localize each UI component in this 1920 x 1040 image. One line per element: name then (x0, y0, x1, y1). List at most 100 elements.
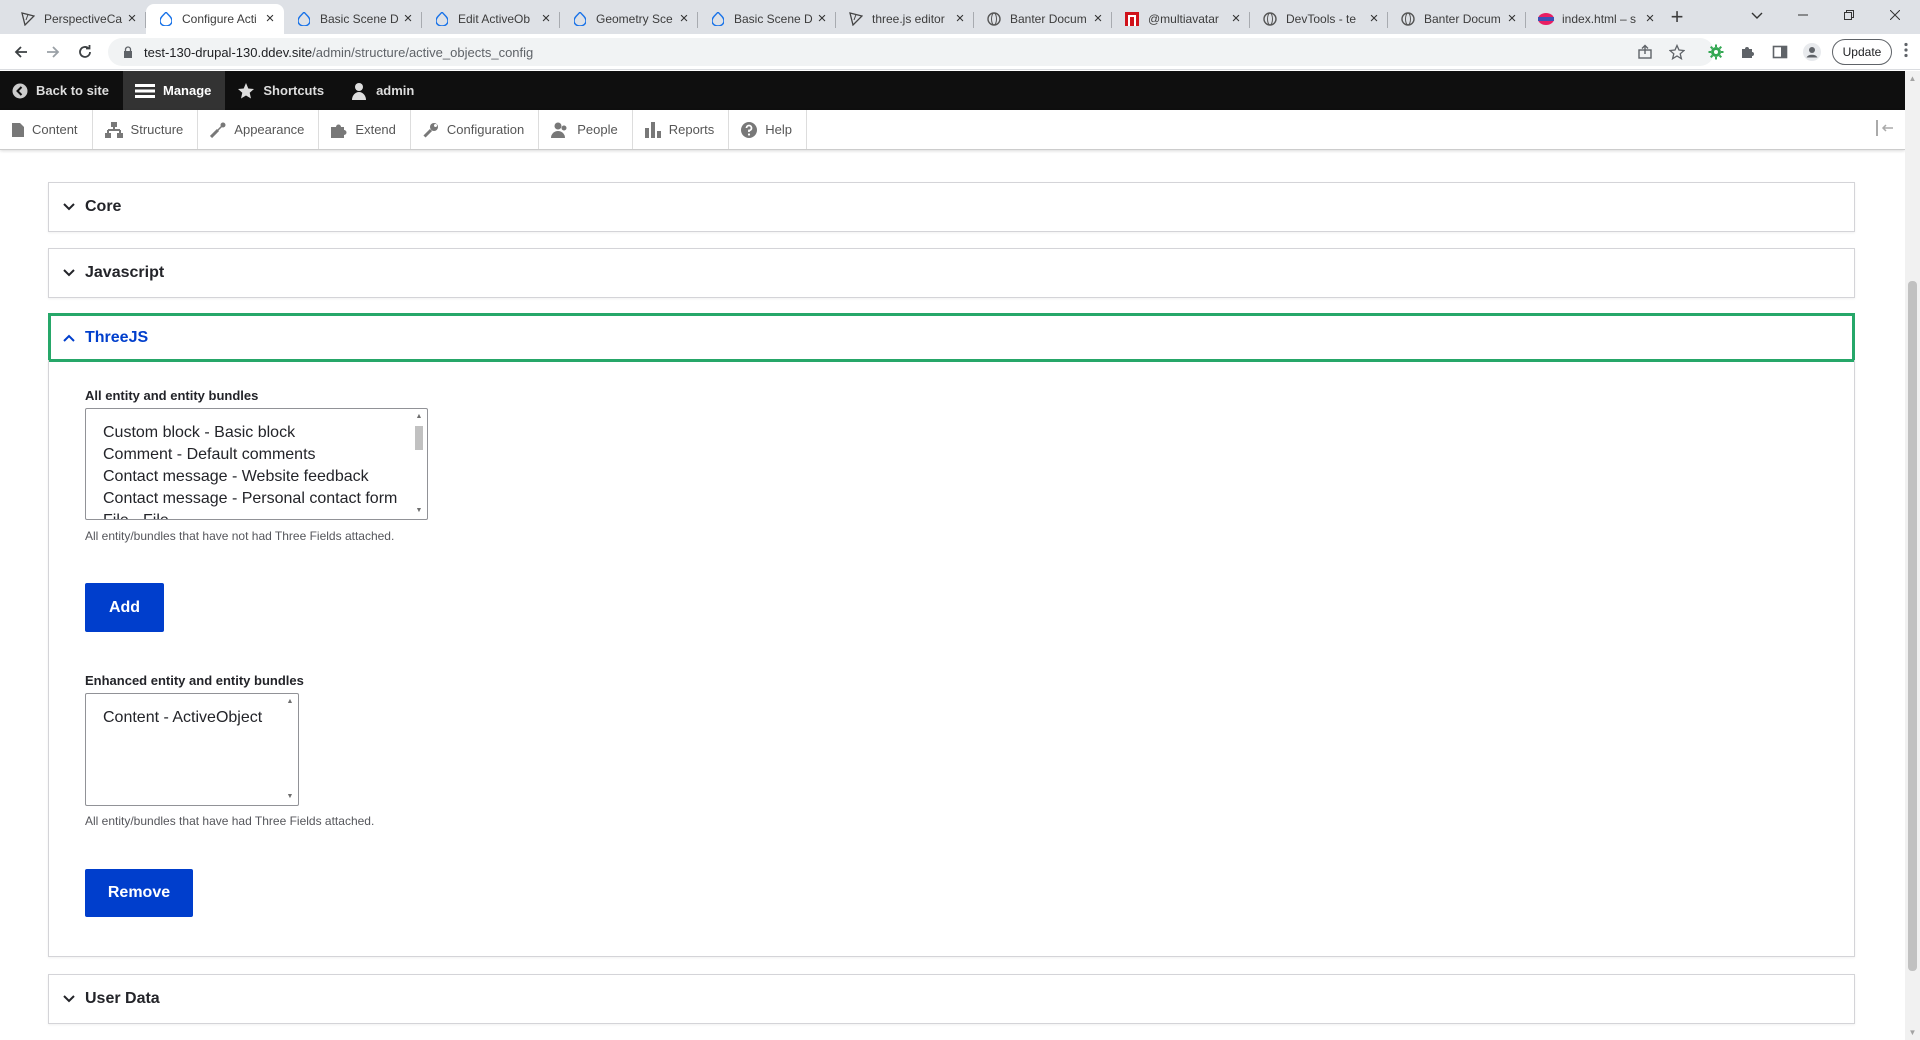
browser-tab-title: index.html – s (1562, 12, 1637, 26)
address-bar[interactable]: test-130-drupal-130.ddev.site/admin/stru… (108, 38, 1714, 66)
scroll-thumb[interactable] (1908, 281, 1917, 971)
lock-icon (124, 46, 132, 58)
section-javascript-summary[interactable]: Javascript (49, 249, 1854, 297)
close-icon[interactable]: × (952, 11, 968, 27)
enhanced-entities-listbox[interactable]: Content - ActiveObject ▲ ▼ (85, 693, 299, 806)
browser-tab[interactable]: Banter Docum × (974, 4, 1112, 34)
list-item[interactable]: Content - ActiveObject (86, 707, 298, 729)
tray-item-appearance[interactable]: Appearance (198, 110, 320, 149)
list-item[interactable]: Contact message - Website feedback (86, 466, 427, 488)
globe-icon (1400, 11, 1416, 27)
bookmark-star-icon[interactable] (1668, 43, 1686, 61)
section-javascript: Javascript (48, 248, 1855, 298)
user-icon (352, 82, 367, 100)
minimize-icon[interactable] (1780, 0, 1826, 30)
content-icon (12, 122, 24, 137)
listbox-scroll-thumb[interactable] (415, 426, 423, 450)
tray-item-content[interactable]: Content (0, 110, 93, 149)
reload-icon[interactable] (72, 39, 98, 65)
page-scrollbar[interactable]: ▲ ▼ (1905, 71, 1920, 1040)
close-icon[interactable]: × (124, 11, 140, 27)
scroll-down-arrow-icon[interactable]: ▼ (1905, 1025, 1920, 1040)
close-icon[interactable]: × (814, 11, 830, 27)
browser-tab[interactable]: Basic Scene D × (698, 4, 836, 34)
window-close-icon[interactable] (1872, 0, 1918, 30)
list-item[interactable]: Comment - Default comments (86, 444, 427, 466)
browser-tab[interactable]: DevTools - te × (1250, 4, 1388, 34)
tray-orientation-toggle-icon[interactable] (1875, 120, 1897, 140)
browser-tab[interactable]: PerspectiveCa × (8, 4, 146, 34)
list-item[interactable]: Custom block - Basic block (86, 422, 427, 444)
profile-avatar-icon[interactable] (1803, 43, 1821, 61)
user-tab[interactable]: admin (338, 71, 428, 110)
shortcuts-tab[interactable]: Shortcuts (225, 71, 338, 110)
scroll-up-arrow-icon[interactable]: ▲ (412, 410, 426, 424)
browser-tab-title: Basic Scene D (734, 12, 813, 26)
tray-item-extend[interactable]: Extend (319, 110, 411, 149)
scroll-up-arrow-icon[interactable]: ▲ (283, 695, 297, 709)
chrome-menu-icon[interactable] (1898, 42, 1914, 62)
remove-button[interactable]: Remove (85, 869, 193, 917)
back-to-site-link[interactable]: Back to site (0, 71, 123, 110)
all-entities-listbox[interactable]: Custom block - Basic block Comment - Def… (85, 408, 428, 520)
tray-item-structure[interactable]: Structure (93, 110, 199, 149)
all-entities-label: All entity and entity bundles (85, 388, 259, 403)
tray-item-people[interactable]: People (539, 110, 633, 149)
close-icon[interactable]: × (1504, 11, 1520, 27)
scroll-down-arrow-icon[interactable]: ▼ (283, 790, 297, 804)
close-icon[interactable]: × (1228, 11, 1244, 27)
tray-item-label: Reports (668, 122, 715, 137)
browser-tab[interactable]: Basic Scene D × (284, 4, 422, 34)
drupal-icon (158, 11, 174, 27)
section-core-summary[interactable]: Core (49, 183, 1854, 231)
close-icon[interactable]: × (538, 11, 554, 27)
tray-item-reports[interactable]: Reports (633, 110, 730, 149)
hamburger-icon (134, 83, 155, 98)
section-title: Core (85, 198, 122, 215)
back-icon[interactable] (8, 39, 34, 65)
browser-tab-title: three.js editor (872, 12, 945, 26)
list-item[interactable]: Contact message - Personal contact form (86, 488, 427, 510)
browser-tab[interactable]: index.html – s × (1526, 4, 1664, 34)
forward-icon[interactable] (40, 39, 66, 65)
section-title: ThreeJS (85, 328, 149, 346)
tray-item-help[interactable]: Help (729, 110, 807, 149)
listbox-scrollbar[interactable]: ▲ ▼ (412, 410, 426, 518)
close-icon[interactable]: × (1366, 11, 1382, 27)
update-button[interactable]: Update (1832, 39, 1892, 65)
close-icon[interactable]: × (1090, 11, 1106, 27)
tray-item-configuration[interactable]: Configuration (411, 110, 540, 149)
share-icon[interactable] (1636, 43, 1654, 61)
add-button[interactable]: Add (85, 583, 164, 632)
close-icon[interactable]: × (262, 11, 278, 27)
star-icon (238, 82, 255, 98)
browser-tab-title: DevTools - te (1286, 12, 1357, 26)
manage-tab[interactable]: Manage (122, 71, 226, 110)
browser-tab-active[interactable]: Configure Acti × (146, 4, 284, 34)
browser-tab-strip: PerspectiveCa × Configure Acti × Basic S… (0, 0, 1920, 34)
chevron-down-icon (63, 995, 75, 1003)
browser-tab[interactable]: three.js editor × (836, 4, 974, 34)
scroll-up-arrow-icon[interactable]: ▲ (1905, 71, 1920, 86)
browser-tab[interactable]: Banter Docum × (1388, 4, 1526, 34)
listbox-scrollbar[interactable]: ▲ ▼ (283, 695, 297, 804)
browser-tab[interactable]: Edit ActiveOb × (422, 4, 560, 34)
restore-icon[interactable] (1826, 0, 1872, 30)
close-icon[interactable]: × (1642, 11, 1658, 27)
tab-search-icon[interactable] (1734, 0, 1780, 30)
section-threejs-summary[interactable]: ThreeJS (48, 313, 1855, 362)
section-user-data-summary[interactable]: User Data (49, 975, 1854, 1023)
new-tab-button[interactable]: + (1663, 4, 1691, 32)
close-icon[interactable]: × (676, 11, 692, 27)
list-item[interactable]: File - File (86, 510, 427, 519)
drupal-icon (434, 11, 450, 27)
close-icon[interactable]: × (400, 11, 416, 27)
all-entities-description: All entity/bundles that have not had Thr… (85, 529, 395, 543)
browser-tab[interactable]: @multiavatar × (1112, 4, 1250, 34)
extension-gear-icon[interactable] (1707, 43, 1725, 61)
scroll-down-arrow-icon[interactable]: ▼ (412, 504, 426, 518)
side-panel-icon[interactable] (1771, 43, 1789, 61)
extensions-puzzle-icon[interactable] (1739, 43, 1757, 61)
drupal-icon (572, 11, 588, 27)
browser-tab[interactable]: Geometry Sce × (560, 4, 698, 34)
